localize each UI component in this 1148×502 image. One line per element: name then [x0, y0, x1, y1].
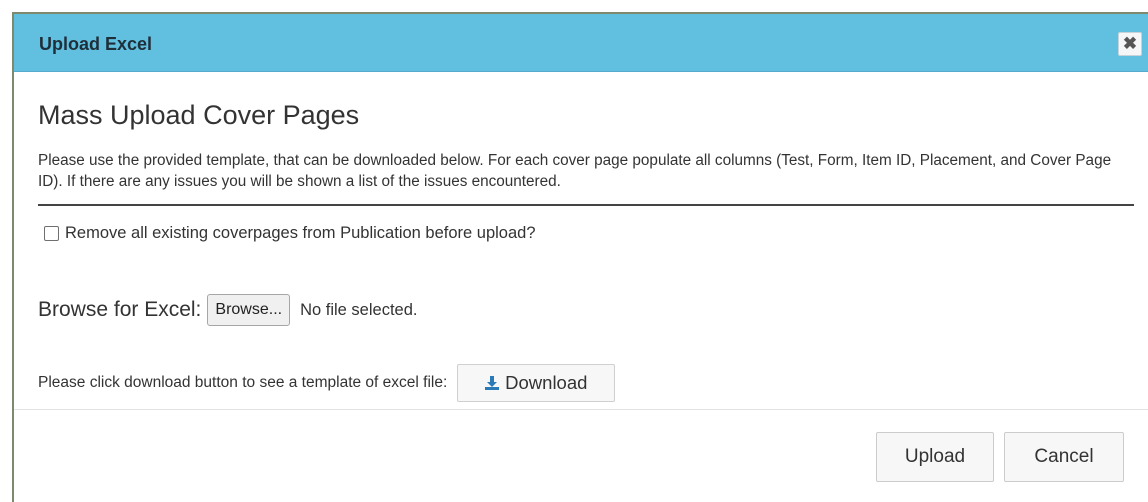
- close-icon: ✖: [1122, 34, 1138, 53]
- cancel-button[interactable]: Cancel: [1004, 432, 1124, 482]
- download-icon: [485, 376, 500, 390]
- remove-existing-checkbox[interactable]: [44, 226, 59, 241]
- browse-button[interactable]: Browse...: [207, 294, 291, 326]
- dialog-title: Upload Excel: [39, 34, 153, 54]
- download-label: Please click download button to see a te…: [38, 374, 448, 391]
- remove-existing-checkbox-row[interactable]: Remove all existing coverpages from Publ…: [44, 224, 536, 243]
- download-button-label: Download: [505, 372, 588, 393]
- upload-button[interactable]: Upload: [876, 432, 994, 482]
- file-status: No file selected.: [300, 300, 418, 319]
- close-button[interactable]: ✖: [1118, 32, 1142, 56]
- divider: [38, 204, 1134, 206]
- dialog-titlebar: Upload Excel ✖: [14, 14, 1148, 72]
- page-heading: Mass Upload Cover Pages: [38, 100, 360, 130]
- download-row: Please click download button to see a te…: [38, 364, 616, 402]
- browse-label: Browse for Excel:: [38, 298, 202, 321]
- download-button[interactable]: Download: [457, 364, 616, 402]
- remove-existing-label: Remove all existing coverpages from Publ…: [65, 224, 536, 242]
- browse-row: Browse for Excel: Browse... No file sele…: [38, 294, 417, 326]
- description-text: Please use the provided template, that c…: [38, 152, 1112, 190]
- upload-excel-dialog: Upload Excel ✖ Mass Upload Cover Pages P…: [12, 12, 1148, 502]
- footer-divider: [14, 409, 1148, 410]
